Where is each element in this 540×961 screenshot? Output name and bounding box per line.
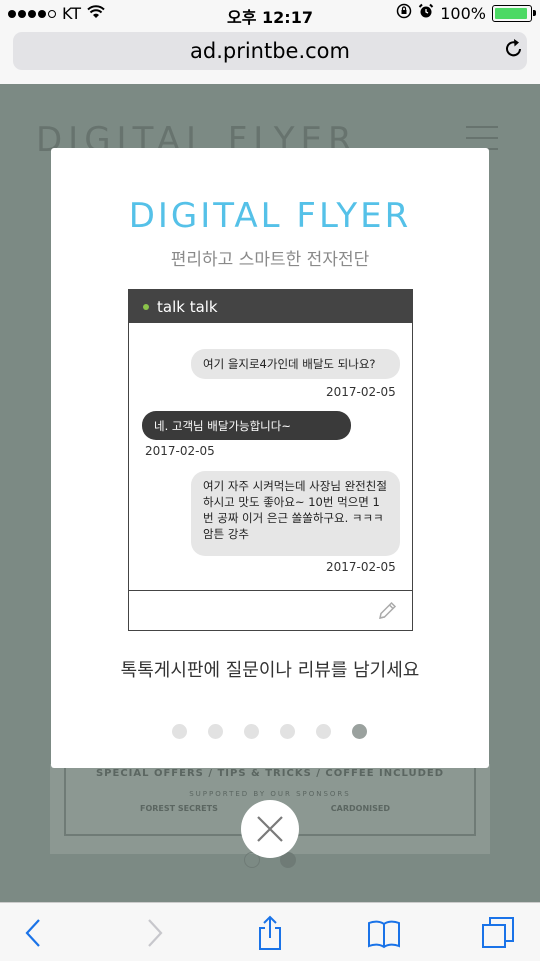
chat-message-date: 2017-02-05 — [326, 560, 396, 574]
modal-subtitle: 편리하고 스마트한 전자전단 — [170, 250, 370, 270]
modal-caption: 톡톡게시판에 질문이나 리뷰를 남기세요 — [120, 660, 420, 681]
chat-header-label: talk talk — [157, 297, 218, 316]
pager-dot[interactable] — [172, 724, 187, 739]
promo-modal: DIGITAL FLYER 편리하고 스마트한 전자전단 talk talk 여… — [51, 148, 489, 768]
browser-toolbar — [0, 902, 540, 961]
chat-message: 네. 고객님 배달가능합니다~ — [142, 411, 351, 440]
back-icon[interactable] — [16, 915, 52, 951]
chat-message-date: 2017-02-05 — [145, 444, 215, 458]
chat-message-date: 2017-02-05 — [326, 385, 396, 399]
orientation-lock-icon — [396, 3, 412, 23]
chat-header: talk talk — [129, 290, 412, 323]
chat-message: 여기 자주 시켜먹는데 사장님 완전친절하시고 맛도 좋아요~ 10번 먹으면 … — [191, 471, 400, 556]
slide-pager[interactable] — [172, 724, 367, 739]
pager-dot[interactable] — [280, 724, 295, 739]
pager-dot[interactable] — [316, 724, 331, 739]
bookmarks-icon[interactable] — [366, 915, 402, 951]
battery-icon — [492, 4, 536, 22]
close-icon — [257, 816, 283, 842]
browser-address-area: ad.printbe.com — [0, 28, 540, 84]
tabs-icon[interactable] — [480, 915, 516, 951]
background-card-text: SPECIAL OFFERS / TIPS & TRICKS / COFFEE … — [95, 768, 445, 779]
online-indicator-icon — [143, 303, 149, 310]
background-sponsor: CARDONISED — [330, 804, 390, 813]
chat-input[interactable] — [129, 590, 412, 631]
alarm-icon — [418, 3, 434, 23]
chat-message: 여기 을지로4가인데 배달도 되나요? — [191, 349, 400, 379]
close-modal-button[interactable] — [241, 800, 299, 858]
modal-title: DIGITAL FLYER — [128, 196, 412, 236]
background-card-text: SUPPORTED BY OUR SPONSORS — [189, 790, 351, 798]
share-icon[interactable] — [252, 915, 288, 951]
status-bar: KT 오후 12:17 100% — [0, 0, 540, 28]
chat-preview: talk talk 여기 을지로4가인데 배달도 되나요? 2017-02-05… — [128, 289, 413, 631]
reload-icon[interactable] — [502, 37, 526, 61]
forward-icon[interactable] — [136, 915, 172, 951]
pager-dot-active[interactable] — [352, 724, 367, 739]
url-text: ad.printbe.com — [190, 39, 350, 63]
pager-dot[interactable] — [244, 724, 259, 739]
background-sponsor: FOREST SECRETS — [140, 804, 218, 813]
address-bar[interactable]: ad.printbe.com — [13, 32, 527, 70]
pager-dot[interactable] — [208, 724, 223, 739]
pencil-icon[interactable] — [376, 600, 398, 622]
battery-percent: 100% — [440, 3, 486, 23]
